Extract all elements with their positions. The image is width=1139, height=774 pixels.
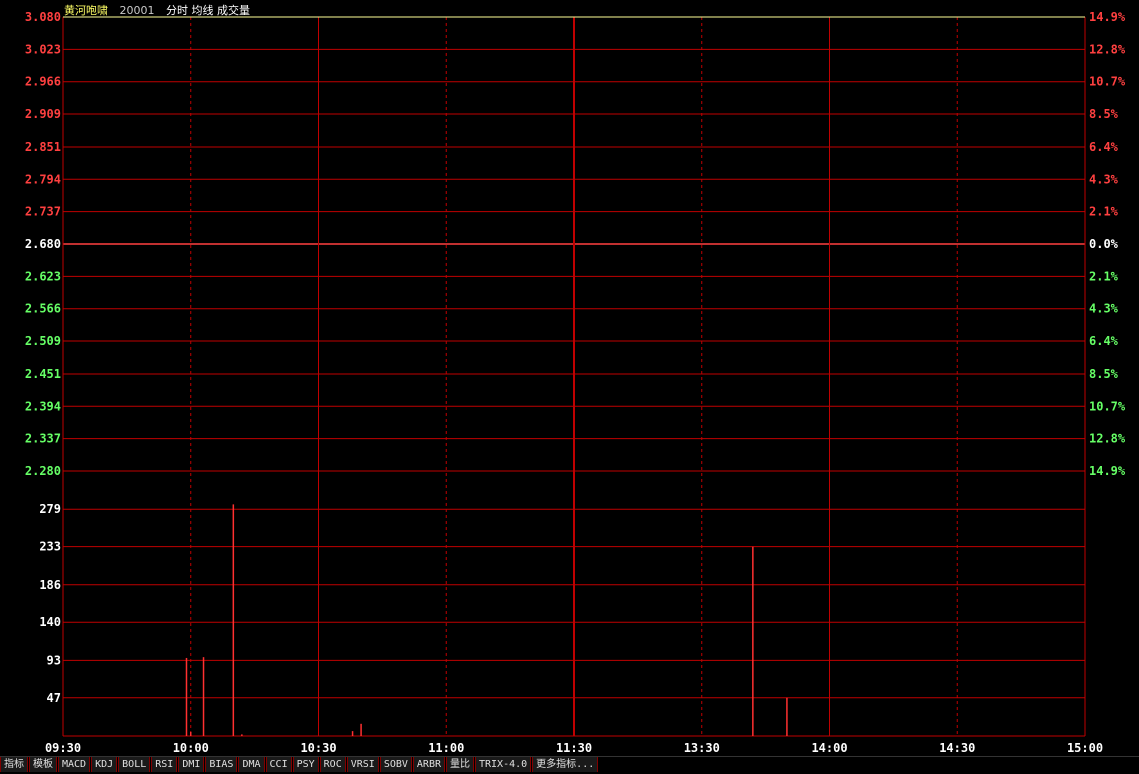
percent-tick-label: 6.4%: [1089, 334, 1119, 348]
indicator-tab[interactable]: 指标: [0, 757, 28, 772]
percent-tick-label: 10.7%: [1089, 399, 1126, 413]
price-tick-label: 2.394: [25, 399, 61, 413]
price-tick-label: 3.023: [25, 42, 61, 56]
indicator-tab[interactable]: TRIX-4.0: [475, 757, 532, 772]
volume-tick-label: 140: [39, 615, 61, 629]
percent-tick-label: 12.8%: [1089, 42, 1126, 56]
indicator-tab-bar: 指标 模板 MACD KDJ BOLL RSI DMI BIAS DMA CCI PSY ROC VRS…: [0, 756, 1139, 774]
time-tick-label: 10:00: [173, 741, 209, 755]
price-tick-label: 2.794: [25, 172, 61, 186]
volume-tick-label: 233: [39, 540, 61, 554]
volume-tick-label: 279: [39, 502, 61, 516]
time-tick-label: 14:30: [939, 741, 975, 755]
price-tick-label: 2.737: [25, 205, 61, 219]
time-tick-label: 14:00: [811, 741, 847, 755]
indicator-tab[interactable]: 更多指标...: [532, 757, 599, 772]
percent-tick-label: 10.7%: [1089, 75, 1126, 89]
volume-tick-label: 47: [47, 691, 61, 705]
percent-tick-label: 14.9%: [1089, 10, 1126, 24]
volume-tick-label: 93: [47, 653, 61, 667]
indicator-tab[interactable]: SOBV: [379, 757, 412, 772]
time-tick-label: 10:30: [300, 741, 336, 755]
price-tick-label: 2.337: [25, 432, 61, 446]
indicator-tab[interactable]: KDJ: [91, 757, 118, 772]
percent-tick-label: 2.1%: [1089, 269, 1119, 283]
price-tick-label: 2.851: [25, 140, 61, 154]
intraday-chart[interactable]: 3.080 14.9% 3.023 12.8% 2.966 10.7% 2.909 8.5% 2…: [0, 0, 1139, 756]
price-tick-label: 2.966: [25, 75, 61, 89]
indicator-tab[interactable]: CCI: [265, 757, 292, 772]
price-tick-label: 2.909: [25, 107, 61, 121]
percent-tick-label: 4.3%: [1089, 172, 1119, 186]
indicator-tab[interactable]: DMI: [178, 757, 205, 772]
percent-tick-label: 14.9%: [1089, 464, 1126, 478]
indicator-tab[interactable]: RSI: [151, 757, 178, 772]
price-tick-label: 2.680: [25, 237, 61, 251]
indicator-tab[interactable]: MACD: [58, 757, 91, 772]
indicator-tab[interactable]: 模板: [29, 757, 57, 772]
time-tick-label: 13:30: [684, 741, 720, 755]
indicator-tab[interactable]: BOLL: [118, 757, 151, 772]
indicator-tab[interactable]: PSY: [292, 757, 319, 772]
percent-tick-label: 2.1%: [1089, 205, 1119, 219]
volume-tick-label: 186: [39, 578, 61, 592]
price-tick-label: 2.509: [25, 334, 61, 348]
percent-tick-label: 0.0%: [1089, 237, 1119, 251]
time-tick-label: 09:30: [45, 741, 81, 755]
price-tick-label: 2.566: [25, 302, 61, 316]
percent-tick-label: 8.5%: [1089, 367, 1119, 381]
percent-tick-label: 12.8%: [1089, 432, 1126, 446]
indicator-tab[interactable]: VRSI: [346, 757, 379, 772]
price-tick-label: 2.623: [25, 269, 61, 283]
price-tick-label: 2.451: [25, 367, 61, 381]
time-tick-label: 15:00: [1067, 741, 1103, 755]
percent-tick-label: 4.3%: [1089, 302, 1119, 316]
price-tick-label: 3.080: [25, 10, 61, 24]
time-tick-label: 11:30: [556, 741, 592, 755]
percent-tick-label: 8.5%: [1089, 107, 1119, 121]
indicator-tab[interactable]: DMA: [238, 757, 265, 772]
indicator-tab[interactable]: BIAS: [205, 757, 238, 772]
indicator-tab[interactable]: ARBR: [412, 757, 445, 772]
time-tick-label: 11:00: [428, 741, 464, 755]
indicator-tab[interactable]: ROC: [319, 757, 346, 772]
indicator-tab[interactable]: 量比: [446, 757, 474, 772]
percent-tick-label: 6.4%: [1089, 140, 1119, 154]
price-tick-label: 2.280: [25, 464, 61, 478]
